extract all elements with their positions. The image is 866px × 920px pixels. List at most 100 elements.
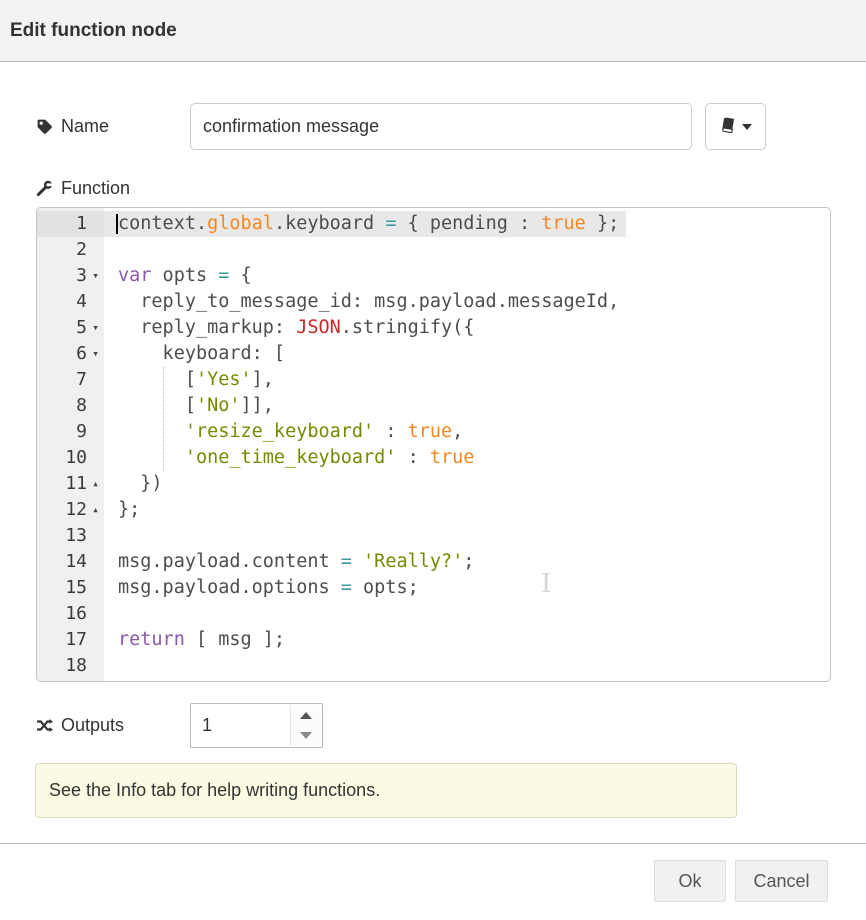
fold-spacer bbox=[87, 289, 104, 315]
code-text: return [ msg ]; bbox=[104, 627, 285, 653]
fold-open-icon[interactable]: ▾ bbox=[87, 263, 104, 289]
outputs-label: Outputs bbox=[36, 715, 190, 736]
code-text: keyboard: [ bbox=[104, 341, 285, 367]
code-text bbox=[104, 237, 118, 263]
code-text: ['No']], bbox=[104, 393, 274, 419]
code-line[interactable]: 2 bbox=[37, 237, 830, 263]
indent-guide bbox=[163, 367, 164, 471]
fold-spacer bbox=[87, 445, 104, 471]
line-number: 9 bbox=[37, 419, 87, 445]
editor-caret bbox=[116, 214, 118, 234]
name-label: Name bbox=[36, 116, 190, 137]
code-text bbox=[104, 601, 118, 627]
fold-spacer bbox=[87, 393, 104, 419]
code-line[interactable]: 10 'one_time_keyboard' : true bbox=[37, 445, 830, 471]
code-line[interactable]: 17 return [ msg ]; bbox=[37, 627, 830, 653]
line-number: 13 bbox=[37, 523, 87, 549]
name-label-text: Name bbox=[61, 116, 109, 137]
code-text: msg.payload.content = 'Really?'; bbox=[104, 549, 474, 575]
code-line[interactable]: 6▾ keyboard: [ bbox=[37, 341, 830, 367]
code-line[interactable]: 12▴}; bbox=[37, 497, 830, 523]
outputs-input[interactable] bbox=[191, 704, 297, 747]
fold-spacer bbox=[87, 419, 104, 445]
line-number: 12 bbox=[37, 497, 87, 523]
code-line[interactable]: 16 bbox=[37, 601, 830, 627]
line-number: 10 bbox=[37, 445, 87, 471]
wrench-icon bbox=[36, 180, 53, 197]
fold-spacer bbox=[87, 367, 104, 393]
line-number: 14 bbox=[37, 549, 87, 575]
spinner-up-button[interactable] bbox=[291, 705, 321, 726]
outputs-label-text: Outputs bbox=[61, 715, 124, 736]
code-text: }; bbox=[104, 497, 140, 523]
code-editor[interactable]: 1 context.global.keyboard = { pending : t… bbox=[36, 207, 831, 682]
code-text: 'resize_keyboard' : true, bbox=[104, 419, 463, 445]
dialog-footer: Ok Cancel bbox=[0, 844, 866, 902]
line-number: 17 bbox=[37, 627, 87, 653]
fold-open-icon[interactable]: ▾ bbox=[87, 315, 104, 341]
fold-spacer bbox=[87, 549, 104, 575]
outputs-row: Outputs bbox=[36, 703, 830, 748]
line-number: 8 bbox=[37, 393, 87, 419]
code-text: 'one_time_keyboard' : true bbox=[104, 445, 474, 471]
fold-spacer bbox=[87, 523, 104, 549]
code-line[interactable]: 14 msg.payload.content = 'Really?'; bbox=[37, 549, 830, 575]
code-line[interactable]: 1 context.global.keyboard = { pending : t… bbox=[37, 211, 830, 237]
fold-spacer bbox=[87, 653, 104, 679]
code-line[interactable]: 4 reply_to_message_id: msg.payload.messa… bbox=[37, 289, 830, 315]
fold-close-icon[interactable]: ▴ bbox=[87, 471, 104, 497]
code-line[interactable]: 11▴ }) bbox=[37, 471, 830, 497]
line-number: 5 bbox=[37, 315, 87, 341]
info-tip: See the Info tab for help writing functi… bbox=[35, 763, 737, 818]
code-line[interactable]: 5▾ reply_markup: JSON.stringify({ bbox=[37, 315, 830, 341]
line-number: 16 bbox=[37, 601, 87, 627]
fold-spacer bbox=[87, 237, 104, 263]
line-number: 2 bbox=[37, 237, 87, 263]
shuffle-icon bbox=[36, 717, 53, 734]
function-label: Function bbox=[36, 178, 190, 199]
code-text: reply_to_message_id: msg.payload.message… bbox=[104, 289, 619, 315]
code-lines: 1 context.global.keyboard = { pending : t… bbox=[37, 208, 830, 679]
code-text: }) bbox=[104, 471, 163, 497]
dialog-title: Edit function node bbox=[10, 20, 177, 42]
line-number: 3 bbox=[37, 263, 87, 289]
function-label-row: Function bbox=[36, 176, 830, 200]
book-icon bbox=[720, 117, 736, 136]
line-number: 4 bbox=[37, 289, 87, 315]
cancel-button[interactable]: Cancel bbox=[735, 860, 828, 902]
code-line[interactable]: 18 bbox=[37, 653, 830, 679]
code-line[interactable]: 15 msg.payload.options = opts; bbox=[37, 575, 830, 601]
fold-spacer bbox=[87, 601, 104, 627]
fold-close-icon[interactable]: ▴ bbox=[87, 497, 104, 523]
code-line[interactable]: 13 bbox=[37, 523, 830, 549]
name-input[interactable] bbox=[190, 103, 692, 150]
line-number: 7 bbox=[37, 367, 87, 393]
spinner-down-icon bbox=[300, 732, 312, 739]
ok-button[interactable]: Ok bbox=[654, 860, 726, 902]
fold-spacer bbox=[87, 627, 104, 653]
line-number: 15 bbox=[37, 575, 87, 601]
fold-spacer bbox=[87, 575, 104, 601]
code-line[interactable]: 9 'resize_keyboard' : true, bbox=[37, 419, 830, 445]
code-line[interactable]: 8 ['No']], bbox=[37, 393, 830, 419]
line-number: 1 bbox=[37, 211, 87, 237]
code-text bbox=[104, 523, 118, 549]
fold-spacer bbox=[87, 211, 104, 237]
code-text bbox=[104, 653, 118, 679]
function-label-text: Function bbox=[61, 178, 130, 199]
code-text: msg.payload.options = opts; bbox=[104, 575, 419, 601]
code-line[interactable]: 7 ['Yes'], bbox=[37, 367, 830, 393]
code-line[interactable]: 3▾var opts = { bbox=[37, 263, 830, 289]
line-number: 18 bbox=[37, 653, 87, 679]
fold-open-icon[interactable]: ▾ bbox=[87, 341, 104, 367]
spinner-down-button[interactable] bbox=[291, 726, 321, 747]
line-number: 6 bbox=[37, 341, 87, 367]
caret-down-icon bbox=[742, 124, 752, 130]
library-button[interactable] bbox=[705, 103, 766, 150]
dialog-header: Edit function node bbox=[0, 0, 866, 62]
outputs-spinner bbox=[190, 703, 323, 748]
code-text: context.global.keyboard = { pending : tr… bbox=[104, 211, 626, 237]
spinner-buttons bbox=[290, 705, 321, 746]
name-row: Name bbox=[36, 103, 830, 150]
code-text: var opts = { bbox=[104, 263, 252, 289]
